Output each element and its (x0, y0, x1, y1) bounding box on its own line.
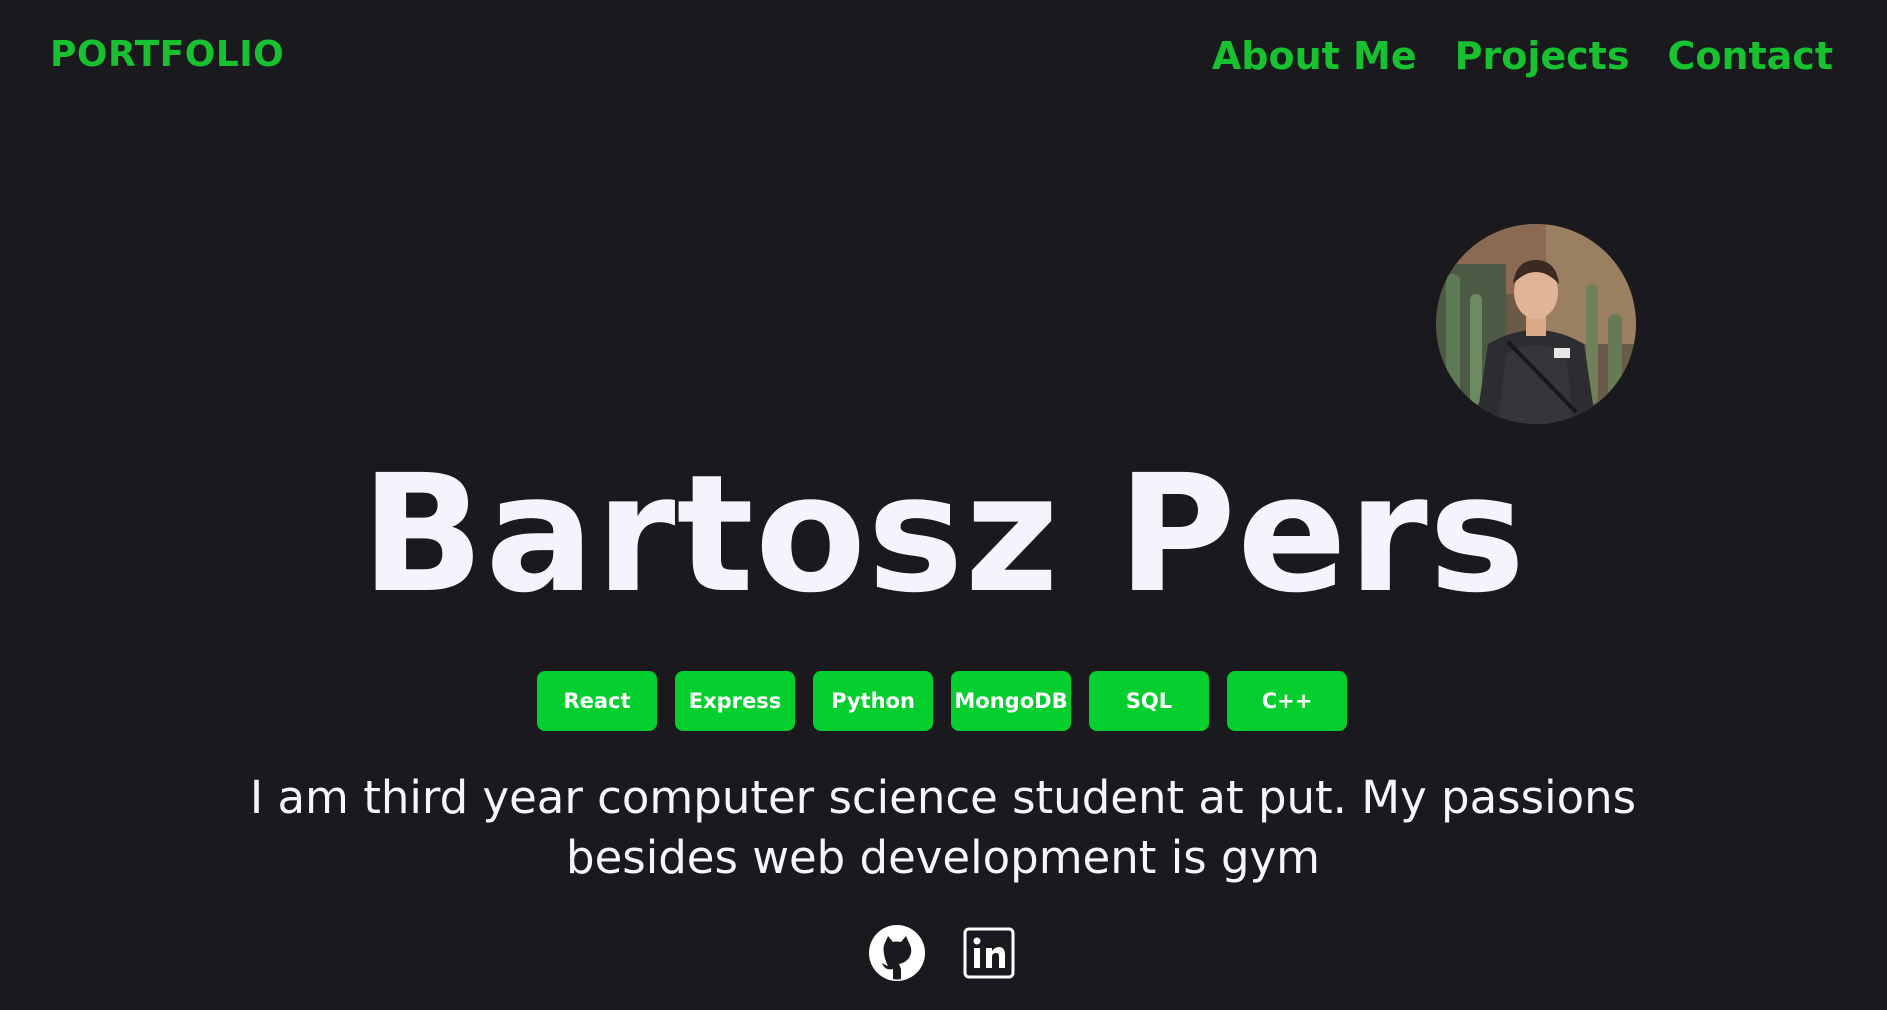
skill-tag-react[interactable]: React (537, 671, 657, 731)
skill-tag-python[interactable]: Python (813, 671, 933, 731)
github-link[interactable] (869, 925, 925, 981)
skill-tag-sql[interactable]: SQL (1089, 671, 1209, 731)
skill-tag-mongodb[interactable]: MongoDB (951, 671, 1071, 731)
profile-avatar (1436, 224, 1636, 424)
nav-link-about-me[interactable]: About Me (1212, 34, 1417, 78)
skill-tag-cpp[interactable]: C++ (1227, 671, 1347, 731)
hero-name: Bartosz Pers (360, 441, 1527, 629)
logo-link[interactable]: PORTFOLIO (50, 34, 284, 75)
navbar: PORTFOLIO About Me Projects Contact (0, 0, 1887, 118)
nav-link-projects[interactable]: Projects (1455, 34, 1630, 78)
github-icon (869, 925, 925, 981)
nav-link-contact[interactable]: Contact (1667, 34, 1833, 78)
nav-links: About Me Projects Contact (1212, 34, 1833, 78)
linkedin-icon (963, 927, 1015, 979)
hero-bio: I am third year computer science student… (249, 771, 1637, 884)
skill-tags: React Express Python MongoDB SQL C++ (537, 671, 1347, 731)
linkedin-link[interactable] (961, 925, 1017, 981)
social-links (869, 925, 1017, 981)
skill-tag-express[interactable]: Express (675, 671, 795, 731)
profile-photo (1436, 224, 1636, 424)
